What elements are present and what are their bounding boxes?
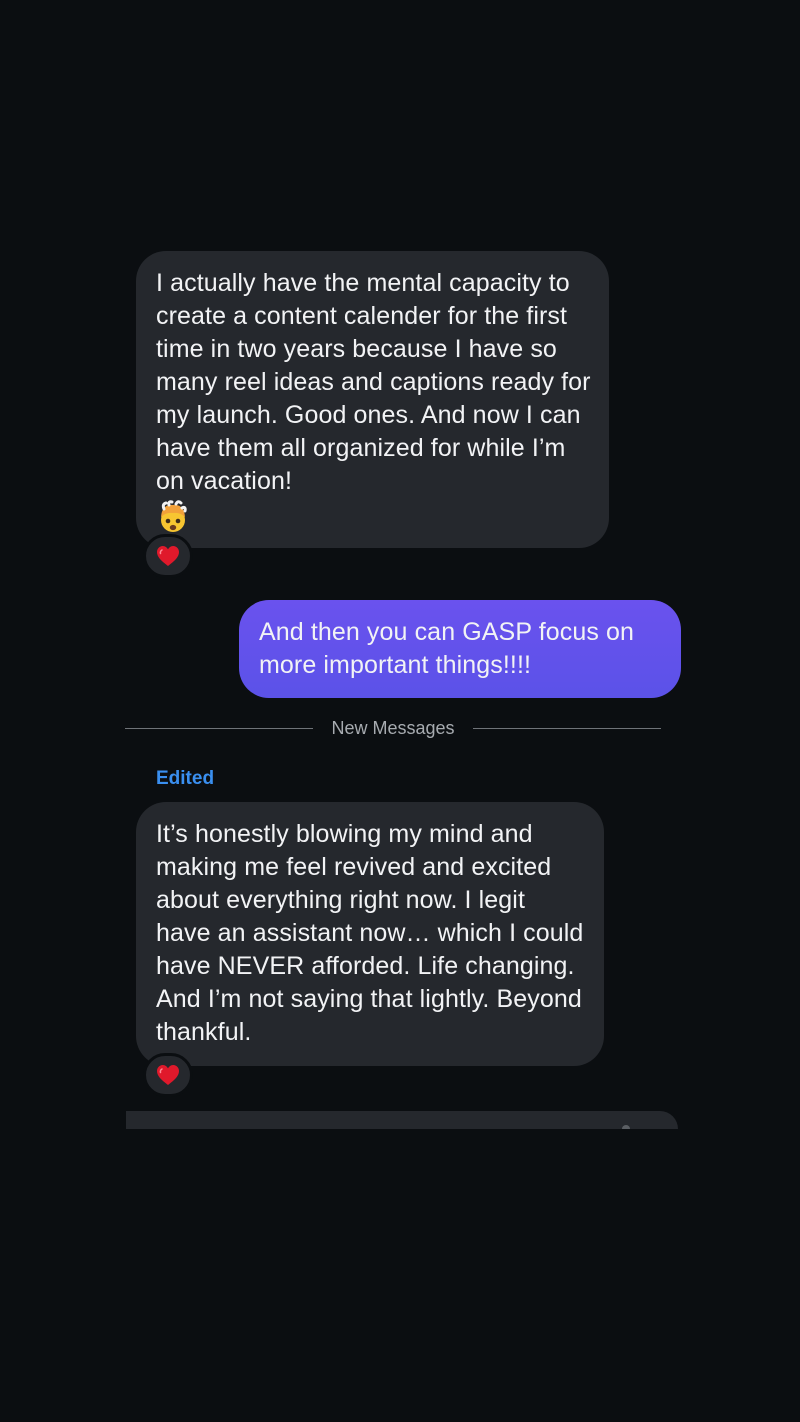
divider-line-left [125,727,314,729]
heart-emoji-icon [157,1065,179,1085]
new-messages-label: New Messages [331,717,455,738]
new-messages-divider: New Messages [125,714,662,742]
incoming-message-bubble[interactable]: It’s honestly blowing my mind and making… [136,802,604,1066]
heart-reaction[interactable] [143,534,193,578]
heart-reaction[interactable] [143,1053,193,1097]
exploding-head-emoji-icon [161,500,187,532]
divider-line-right [472,727,662,729]
message-text: And then you can GASP focus on more impo… [259,618,635,679]
truncated-message-bubble [126,1111,678,1129]
truncated-glyph [622,1125,630,1129]
heart-emoji-icon [157,546,179,566]
chat-screen: I actually have the mental capacity to c… [0,0,800,1422]
message-text: It’s honestly blowing my mind and making… [156,820,584,1046]
outgoing-message-bubble[interactable]: And then you can GASP focus on more impo… [239,600,681,698]
incoming-message-bubble[interactable]: I actually have the mental capacity to c… [136,251,609,548]
message-text: I actually have the mental capacity to c… [156,269,591,495]
edited-label[interactable]: Edited [156,768,214,790]
